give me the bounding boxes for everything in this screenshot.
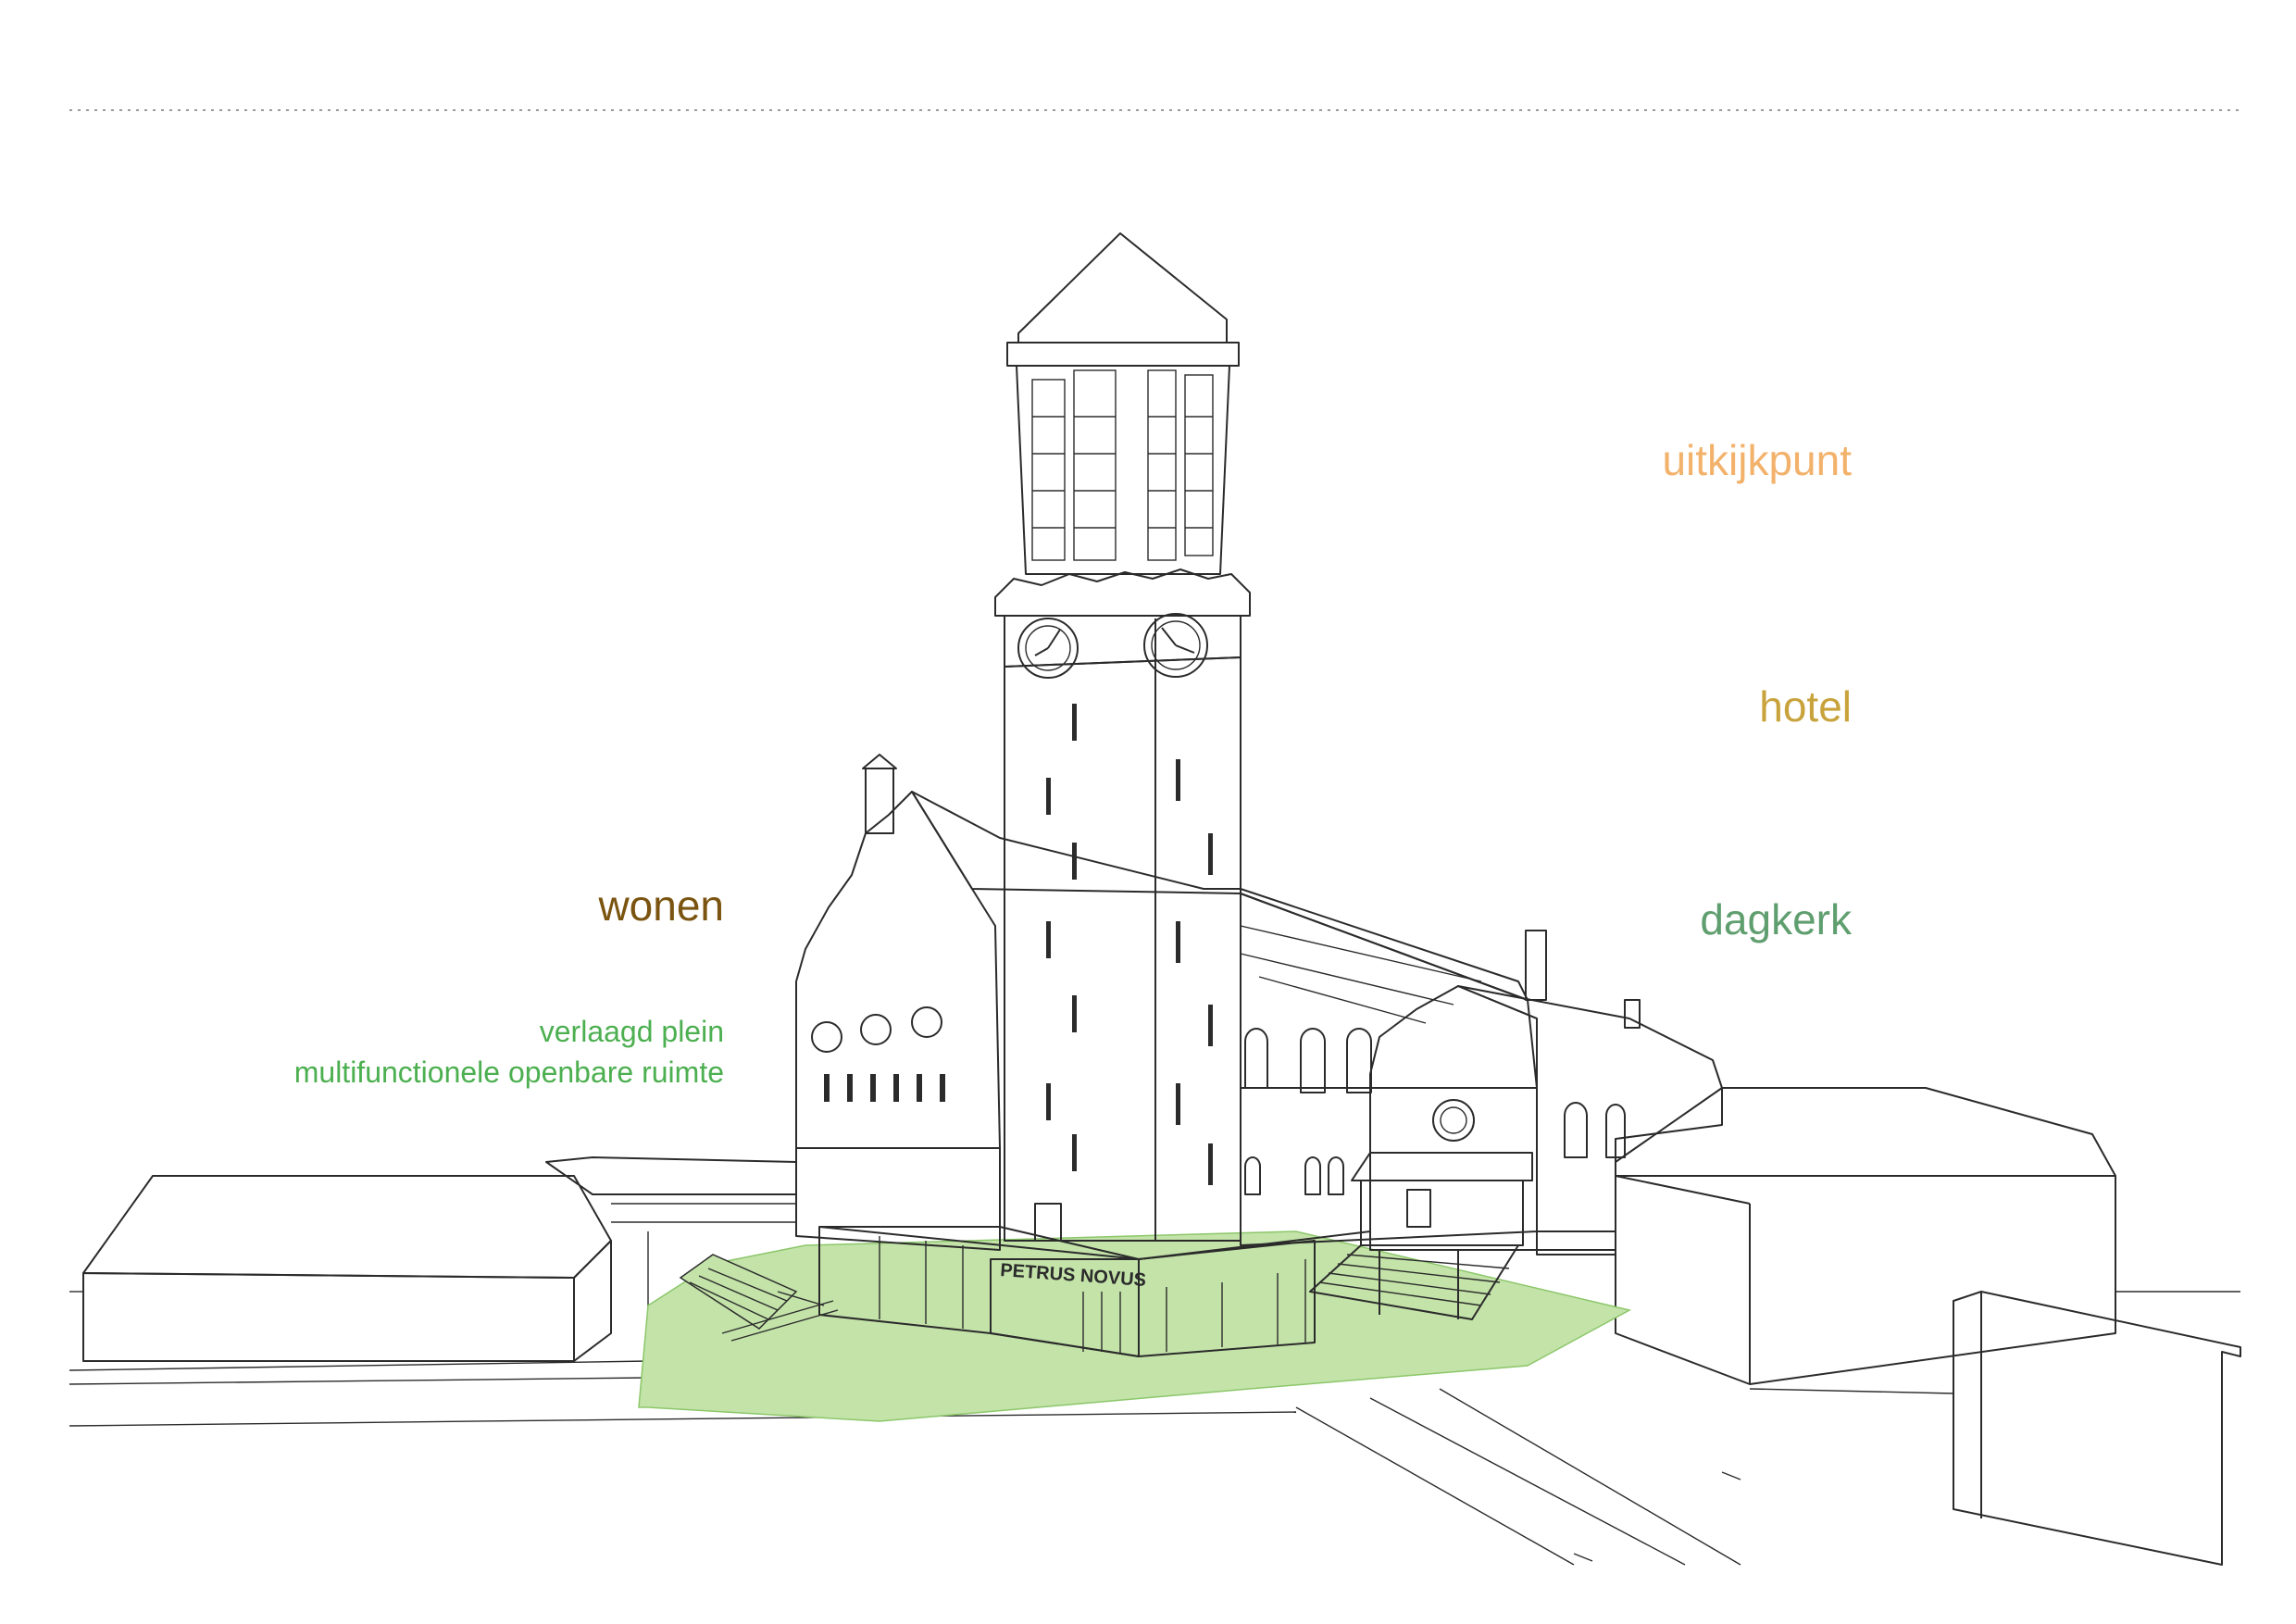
label-uitkijkpunt: uitkijkpunt	[1662, 436, 1852, 484]
tower-windows	[1046, 704, 1213, 1185]
label-hotel: hotel	[1759, 682, 1852, 731]
label-dagkerk: dagkerk	[1700, 895, 1852, 943]
label-verlaagd-plein: verlaagd plein	[539, 1015, 724, 1048]
building-illustration: PETRUS NOVUS	[69, 109, 2241, 1566]
housing-nave	[795, 754, 1547, 1251]
diagram-canvas: PETRUS NOVUS uitkijkpunt hotel dagkerk w…	[0, 0, 2296, 1624]
label-multifunctionele-ruimte: multifunctionele openbare ruimte	[293, 1056, 724, 1089]
label-wonen: wonen	[598, 881, 724, 930]
tower	[994, 232, 1251, 1242]
